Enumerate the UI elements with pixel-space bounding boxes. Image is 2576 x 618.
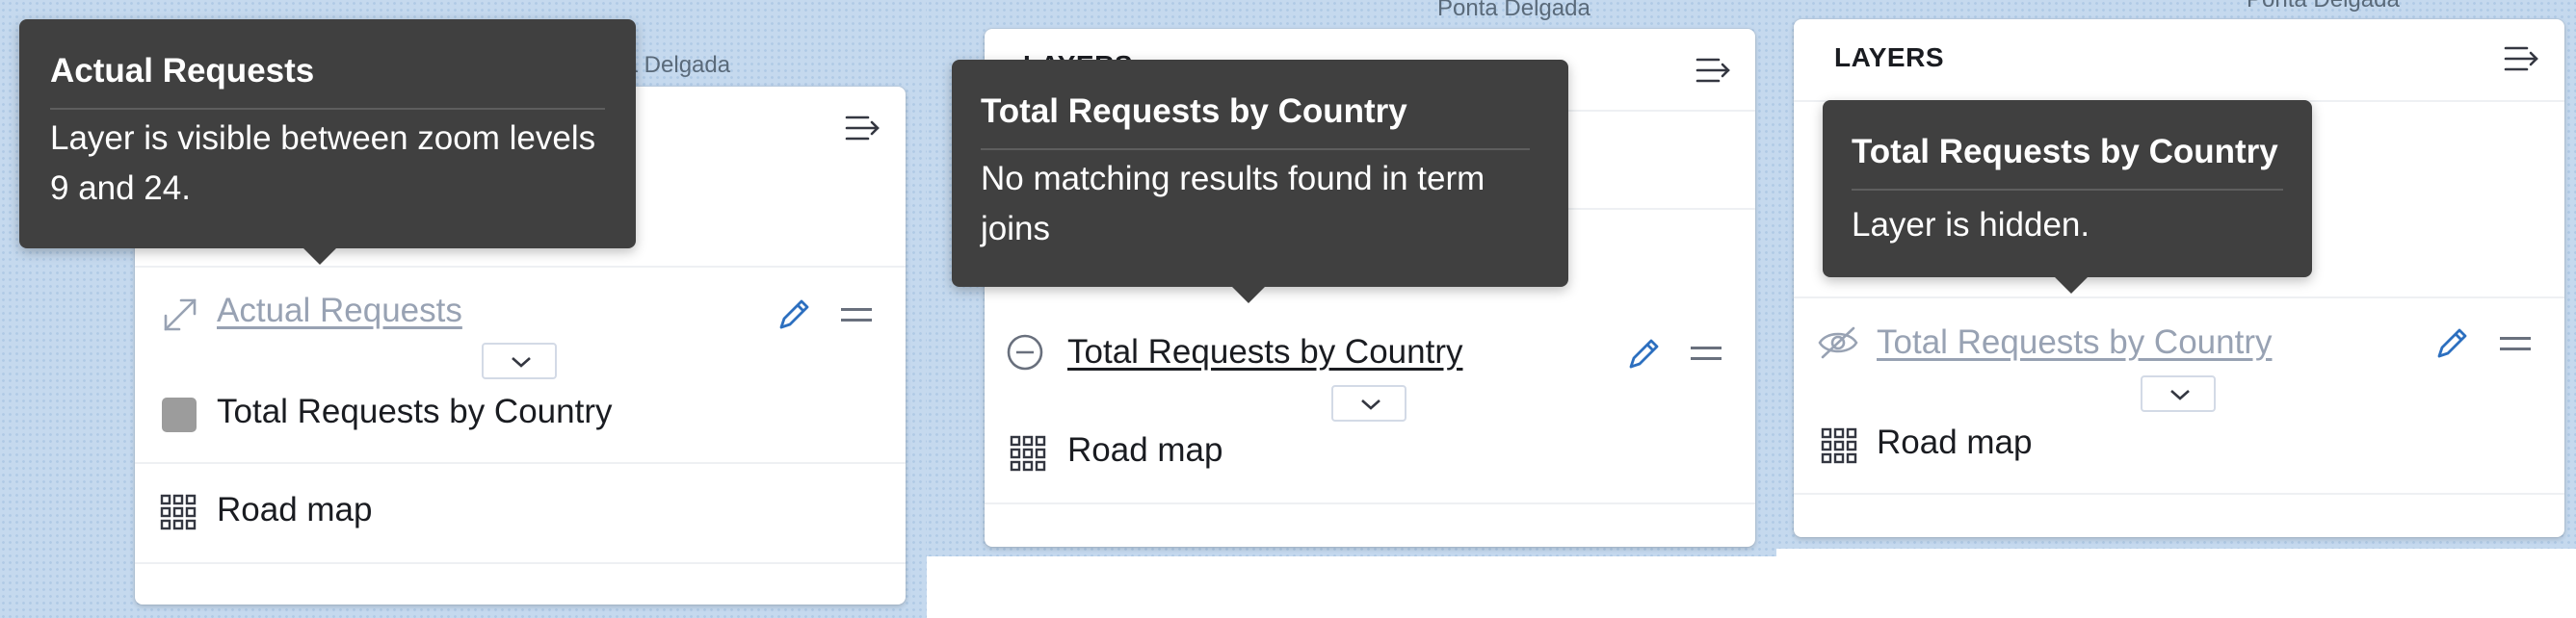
tooltip-title: Total Requests by Country [1852, 133, 2278, 170]
tooltip-divider [50, 108, 605, 110]
tooltip-body: No matching results found in term joins [981, 160, 1485, 247]
row-divider [135, 266, 906, 268]
tooltip-body: Layer is hidden. [1852, 206, 2090, 244]
layer-status-tooltip: Total Requests by Country No matching re… [952, 60, 1568, 287]
drag-handle-icon[interactable] [841, 308, 872, 322]
chevron-down-icon [1361, 399, 1380, 410]
resize-diagonal-icon [164, 298, 197, 331]
chevron-down-icon [512, 357, 531, 368]
layer-status-tooltip: Total Requests by Country Layer is hidde… [1823, 100, 2312, 277]
map-city-label: Ponta Delgada [2247, 0, 2400, 13]
grid-icon [1010, 435, 1046, 472]
layer-name-total-requests[interactable]: Total Requests by Country [1877, 323, 2272, 362]
layer-name-road-map[interactable]: Road map [1877, 424, 2032, 462]
edit-layer-icon[interactable] [1625, 336, 1662, 373]
row-divider [985, 502, 1755, 504]
eye-closed-icon [1818, 326, 1858, 359]
tooltip-divider [981, 148, 1530, 150]
tooltip-body: Layer is visible between zoom levels 9 a… [50, 119, 596, 207]
map-city-label: Ponta Delgada [1437, 0, 1590, 21]
edit-layer-icon[interactable] [775, 296, 812, 333]
layer-name-road-map[interactable]: Road map [1067, 431, 1222, 470]
edit-layer-icon[interactable] [2433, 325, 2470, 362]
grid-icon [1821, 427, 1857, 464]
layers-panel: LAYERS Total Requests by Country Road ma… [1794, 19, 2564, 537]
row-divider [1794, 493, 2564, 495]
row-divider [135, 462, 906, 464]
layer-name-total-requests[interactable]: Total Requests by Country [1067, 333, 1462, 372]
tooltip-divider [1852, 189, 2283, 191]
tooltip-title: Actual Requests [50, 52, 315, 90]
expand-legend-button[interactable] [482, 343, 557, 379]
chevron-down-icon [2170, 390, 2190, 400]
layer-name-total-requests[interactable]: Total Requests by Country [217, 393, 612, 431]
minus-circle-icon [1007, 334, 1043, 371]
expand-legend-button[interactable] [1331, 385, 1406, 422]
drag-handle-icon[interactable] [2500, 337, 2531, 350]
collapse-panel-icon[interactable] [1695, 56, 1734, 85]
layer-name-actual-requests[interactable]: Actual Requests [217, 292, 462, 330]
drag-handle-icon[interactable] [1691, 347, 1722, 360]
collapse-panel-icon[interactable] [845, 114, 883, 142]
grid-icon [160, 494, 197, 530]
collapse-panel-icon[interactable] [2504, 44, 2542, 73]
expand-legend-button[interactable] [2141, 375, 2216, 412]
tooltip-title: Total Requests by Country [981, 92, 1407, 130]
layer-color-swatch [162, 398, 197, 432]
panel-title: LAYERS [1834, 42, 1945, 72]
layer-name-road-map[interactable]: Road map [217, 491, 372, 529]
row-divider [135, 562, 906, 564]
row-divider [1794, 296, 2564, 298]
layer-status-tooltip: Actual Requests Layer is visible between… [19, 19, 636, 248]
